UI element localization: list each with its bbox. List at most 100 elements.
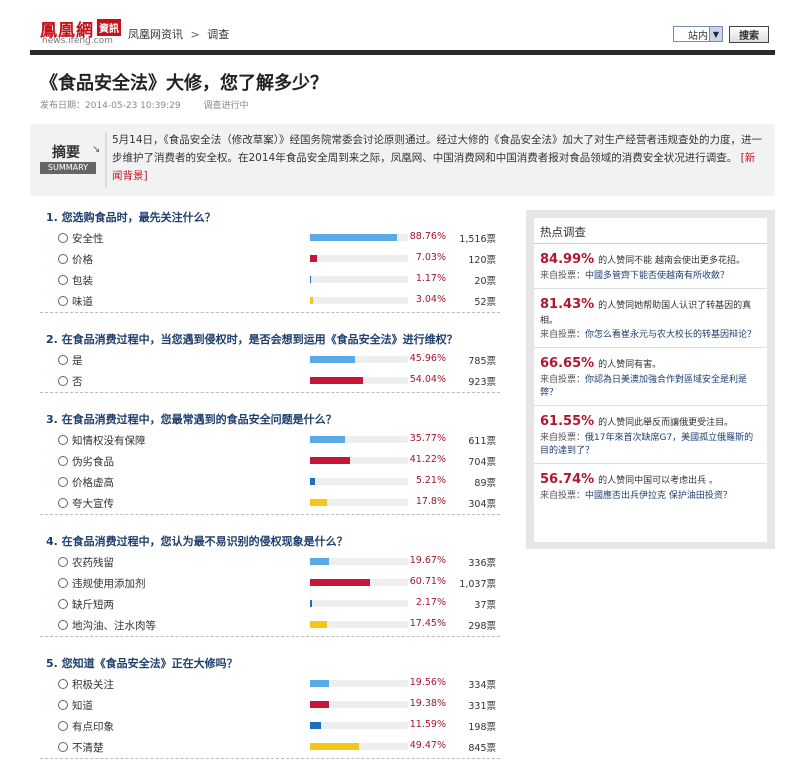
survey-option: 知情权没有保障 35.77% 611票 xyxy=(40,430,500,451)
option-label[interactable]: 农药残留 xyxy=(72,555,114,570)
option-vote-count: 198票 xyxy=(468,722,496,733)
result-bar-fill xyxy=(310,621,328,628)
option-radio[interactable] xyxy=(58,254,68,264)
option-radio[interactable] xyxy=(58,296,68,306)
option-vote-count: 785票 xyxy=(468,356,496,367)
result-bar-fill xyxy=(310,234,397,241)
result-bar-fill xyxy=(310,436,346,443)
option-percentage: 17.8% xyxy=(415,496,446,507)
option-radio[interactable] xyxy=(58,578,68,588)
option-radio[interactable] xyxy=(58,477,68,487)
option-label[interactable]: 有点印象 xyxy=(72,719,114,734)
site-scope-select[interactable]: 站内 ▼ xyxy=(673,26,723,42)
option-percentage: 88.76% xyxy=(409,231,446,242)
option-vote-count: 923票 xyxy=(468,377,496,388)
summary-body: 5月14日，《食品安全法（修改草案）》经国务院常委会讨论原则通过。经过大修的《食… xyxy=(112,134,763,164)
option-vote-count: 298票 xyxy=(468,621,496,632)
survey-question: 5. 您知道《食品安全法》正在大修吗？ 积极关注 19.56% 334票 知道 19.38… xyxy=(40,650,500,759)
hot-survey-link[interactable]: 中國多管齊下能否使越南有所收斂？ xyxy=(585,271,729,281)
hot-surveys-inner: 热点调查 84.99% 的人赞同不能 越南会使出更多花招。 来自投票：中國多管齊下能… xyxy=(534,218,767,542)
hot-surveys-title: 热点调查 xyxy=(534,218,767,244)
site-scope-value: 站内 xyxy=(688,30,708,42)
option-percentage: 3.04% xyxy=(415,294,446,305)
summary-box: 摘要 ↘ SUMMARY 5月14日，《食品安全法（修改草案）》经国务院常委会讨… xyxy=(30,124,775,196)
option-label[interactable]: 地沟油、注水肉等 xyxy=(72,618,156,633)
survey-option: 否 54.04% 923票 xyxy=(40,371,500,392)
hot-survey-source: 来自投票：你怎么看崔永元与农大校长的转基因辩论？ xyxy=(540,329,761,342)
result-bar-track xyxy=(310,680,408,687)
survey-question: 4. 在食品消费过程中，您认为最不易识别的侵权现象是什么？ 农药残留 19.67% 3… xyxy=(40,528,500,637)
survey-option: 是 45.96% 785票 xyxy=(40,350,500,371)
ifeng-logo[interactable]: 鳳凰網 資訊 news.ifeng.com xyxy=(40,16,124,48)
option-label[interactable]: 价格 xyxy=(72,252,93,267)
survey-option: 不清楚 49.47% 845票 xyxy=(40,737,500,758)
option-label[interactable]: 伪劣食品 xyxy=(72,454,114,469)
hot-survey-percentage: 81.43% xyxy=(540,297,595,312)
result-bar-track xyxy=(310,722,408,729)
option-percentage: 49.47% xyxy=(409,740,446,751)
option-vote-count: 20票 xyxy=(474,276,496,287)
result-bar-track xyxy=(310,579,408,586)
option-label[interactable]: 安全性 xyxy=(72,231,104,246)
option-radio[interactable] xyxy=(58,557,68,567)
header-divider xyxy=(30,50,775,55)
breadcrumb-item-news[interactable]: 凤凰网资讯 xyxy=(128,28,183,41)
option-radio[interactable] xyxy=(58,679,68,689)
hot-survey-result: 61.55% 的人赞同此舉反而讓俄更受注目。 xyxy=(540,414,761,429)
result-bar-track xyxy=(310,478,408,485)
option-label[interactable]: 夸大宣传 xyxy=(72,496,114,511)
option-radio[interactable] xyxy=(58,456,68,466)
option-radio[interactable] xyxy=(58,620,68,630)
option-radio[interactable] xyxy=(58,742,68,752)
site-header: 鳳凰網 資訊 news.ifeng.com 凤凰网资讯 > 调查 站内 ▼ 搜索 xyxy=(0,0,800,50)
article-meta: 发布日期：2014-05-23 10:39:29 调查进行中 xyxy=(40,98,248,111)
result-bar-fill xyxy=(310,478,316,485)
breadcrumb-item-survey[interactable]: 调查 xyxy=(207,28,229,41)
survey-option: 价格虚高 5.21% 89票 xyxy=(40,472,500,493)
summary-badge: 摘要 ↘ SUMMARY xyxy=(38,142,101,178)
corner-arrow-icon: ↘ xyxy=(92,144,101,155)
option-percentage: 19.67% xyxy=(409,555,446,566)
option-radio[interactable] xyxy=(58,376,68,386)
option-radio[interactable] xyxy=(58,721,68,731)
survey-option: 违规使用添加剂 60.71% 1,037票 xyxy=(40,573,500,594)
result-bar-track xyxy=(310,436,408,443)
hot-survey-link[interactable]: 中國應否出兵伊拉克 保护油田投资？ xyxy=(585,491,732,501)
survey-questions: 1. 您选购食品时，最先关注什么？ 安全性 88.76% 1,516票 价格 7.03% 1… xyxy=(40,204,500,772)
option-radio[interactable] xyxy=(58,498,68,508)
option-radio[interactable] xyxy=(58,355,68,365)
search-button[interactable]: 搜索 xyxy=(729,26,769,43)
survey-question: 1. 您选购食品时，最先关注什么？ 安全性 88.76% 1,516票 价格 7.03% 1… xyxy=(40,204,500,313)
option-label[interactable]: 缺斤短两 xyxy=(72,597,114,612)
option-label[interactable]: 是 xyxy=(72,353,83,368)
hot-survey-percentage: 66.65% xyxy=(540,356,595,371)
option-percentage: 2.17% xyxy=(415,597,446,608)
hot-survey-description: 的人赞同此舉反而讓俄更受注目。 xyxy=(598,418,734,428)
option-radio[interactable] xyxy=(58,700,68,710)
question-title: 4. 在食品消费过程中，您认为最不易识别的侵权现象是什么？ xyxy=(46,535,348,548)
option-label[interactable]: 积极关注 xyxy=(72,677,114,692)
option-label[interactable]: 价格虚高 xyxy=(72,475,114,490)
logo-domain-text: news.ifeng.com xyxy=(42,36,113,46)
option-radio[interactable] xyxy=(58,233,68,243)
question-title: 5. 您知道《食品安全法》正在大修吗？ xyxy=(46,657,238,670)
option-radio[interactable] xyxy=(58,599,68,609)
source-label: 来自投票： xyxy=(540,330,586,340)
option-label[interactable]: 知情权没有保障 xyxy=(72,433,146,448)
option-label[interactable]: 不清楚 xyxy=(72,740,104,755)
option-percentage: 5.21% xyxy=(415,475,446,486)
option-percentage: 19.56% xyxy=(409,677,446,688)
survey-question: 3. 在食品消费过程中，您最常遇到的食品安全问题是什么？ 知情权没有保障 35.77… xyxy=(40,406,500,515)
option-label[interactable]: 违规使用添加剂 xyxy=(72,576,146,591)
breadcrumb: 凤凰网资讯 > 调查 xyxy=(128,26,229,42)
chevron-down-icon[interactable]: ▼ xyxy=(709,27,722,41)
hot-survey-link[interactable]: 你怎么看崔永元与农大校长的转基因辩论？ xyxy=(585,330,756,340)
option-label[interactable]: 味道 xyxy=(72,294,93,309)
survey-option: 缺斤短两 2.17% 37票 xyxy=(40,594,500,615)
option-radio[interactable] xyxy=(58,435,68,445)
option-percentage: 60.71% xyxy=(409,576,446,587)
option-radio[interactable] xyxy=(58,275,68,285)
option-label[interactable]: 知道 xyxy=(72,698,93,713)
option-label[interactable]: 包装 xyxy=(72,273,93,288)
option-label[interactable]: 否 xyxy=(72,374,83,389)
